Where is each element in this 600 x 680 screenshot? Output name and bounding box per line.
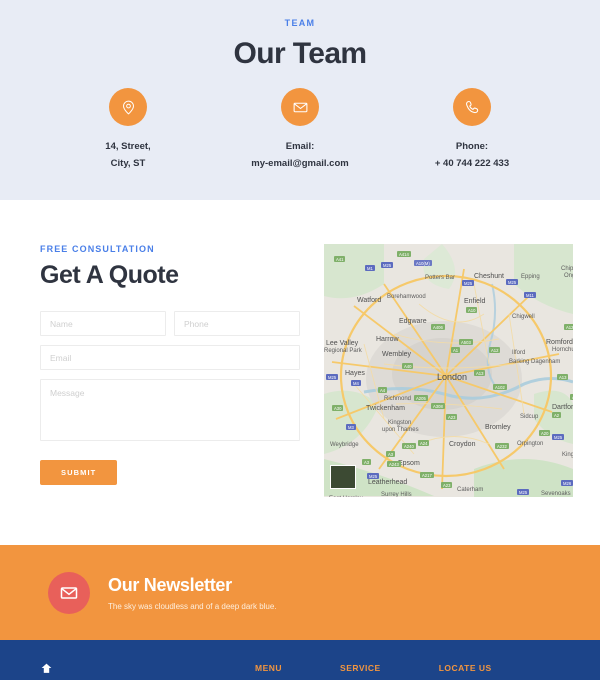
map-road-badge: M3 (346, 424, 356, 431)
contact-row: 14, Street, City, ST Email: my-email@gma… (0, 88, 600, 172)
get-a-quote-section: FREE CONSULTATION Get A Quote SUBMIT (0, 200, 600, 545)
map-road-badge: A20 (539, 430, 551, 437)
footer-column-service: SERVICE (340, 663, 381, 673)
location-pin-icon (109, 88, 147, 126)
map-road-badge: M25 (462, 280, 475, 287)
contact-item-address: 14, Street, City, ST (42, 88, 214, 172)
contact-item-phone: Phone: + 40 744 222 433 (386, 88, 558, 172)
submit-button[interactable]: SUBMIT (40, 460, 118, 485)
envelope-icon (281, 88, 319, 126)
newsletter-title: Our Newsletter (108, 574, 232, 595)
map-road-badge: A12 (489, 347, 501, 354)
envelope-icon (48, 571, 90, 614)
phone-icon (453, 88, 491, 126)
map-road-badge: A13 (474, 370, 486, 377)
address-line-1: 14, Street, (105, 141, 151, 152)
map-road-badge: A406 (431, 324, 445, 331)
map-road-badge: A41 (334, 256, 346, 263)
map-road-badge: A3 (362, 459, 372, 466)
map-road-badge: A308 (431, 403, 445, 410)
footer-brand[interactable] (40, 662, 255, 680)
quote-form: SUBMIT (40, 311, 300, 485)
phone-label: Phone: (455, 141, 489, 152)
map-street-view-thumbnail[interactable] (330, 465, 356, 489)
map-road-badge: A414 (397, 251, 411, 258)
map-road-badge: M25 (552, 434, 565, 441)
contact-address-text: 14, Street, City, ST (42, 139, 214, 172)
name-input[interactable] (40, 311, 166, 336)
map-road-badge: M25 (326, 374, 339, 381)
footer-column-menu: MENU (255, 663, 283, 673)
newsletter-banner: Our Newsletter The sky was cloudless and… (0, 545, 600, 640)
email-value[interactable]: my-email@gmail.com (214, 156, 386, 173)
map-road-badge: A23 (446, 414, 458, 421)
map-road-badge: A12 (564, 324, 573, 331)
footer-column-locate-us: LOCATE US (438, 663, 492, 673)
quote-eyebrow: FREE CONSULTATION (40, 244, 155, 254)
email-label: Email: (285, 141, 315, 152)
map-road-badge: A23 (441, 482, 453, 489)
address-line-2: City, ST (110, 157, 146, 169)
map-road-badge: A3 (386, 451, 396, 458)
map-road-badge: A243 (387, 461, 401, 468)
contact-item-email: Email: my-email@gmail.com (214, 88, 386, 172)
map-road-badge: A13 (557, 374, 569, 381)
map-road-badge: A1 (451, 347, 461, 354)
map-road-badge: A40 (402, 363, 414, 370)
map-road-badge: M25 (517, 489, 530, 496)
map-road-badge: A240 (402, 443, 416, 450)
newsletter-subtitle: The sky was cloudless and of a deep dark… (108, 601, 277, 611)
map-road-badge: A503 (459, 339, 473, 346)
page-title: Our Team (233, 37, 367, 70)
map-road-badge: M25 (506, 279, 519, 286)
map-road-badge: A205 (414, 395, 428, 402)
map-road-badge: M25 (367, 473, 380, 480)
map-road-badge: A232 (495, 443, 509, 450)
map-road-badge: A10 (466, 307, 478, 314)
phone-value[interactable]: + 40 744 222 433 (386, 156, 558, 173)
map-road-badge: A2 (552, 412, 562, 419)
map-road-badge: M1 (365, 265, 375, 272)
map-road-badge: A102 (493, 384, 507, 391)
map-road-badge: A24 (418, 440, 430, 447)
site-footer: MENU SERVICE LOCATE US (0, 640, 600, 680)
map-road-badge: M4 (351, 380, 361, 387)
map-road-badge: A10(M) (414, 260, 432, 267)
map-road-badge: M26 (561, 480, 573, 487)
email-input[interactable] (40, 345, 300, 370)
footer-columns: MENU SERVICE LOCATE US (255, 662, 492, 680)
phone-input[interactable] (174, 311, 300, 336)
message-textarea[interactable] (40, 379, 300, 441)
map-road-badge: A30 (332, 405, 344, 412)
footer-logo-icon (41, 663, 52, 673)
map-road-badge: A2 (570, 394, 573, 401)
map-road-badge: A4 (378, 387, 388, 394)
quote-title: Get A Quote (40, 261, 179, 289)
map-road-badge: M11 (524, 292, 536, 299)
hero-eyebrow: TEAM (284, 18, 316, 28)
team-hero-section: TEAM Our Team 14, Street, City, ST Email… (0, 0, 600, 200)
contact-email-text: Email: my-email@gmail.com (214, 139, 386, 172)
contact-phone-text: Phone: + 40 744 222 433 (386, 139, 558, 172)
map-road-badge: A217 (420, 472, 434, 479)
location-map[interactable]: Watford Borehamwood Potters Bar Cheshunt Epp… (324, 244, 573, 497)
quote-form-column: FREE CONSULTATION Get A Quote SUBMIT (40, 244, 300, 497)
map-road-badge: M25 (381, 262, 394, 269)
